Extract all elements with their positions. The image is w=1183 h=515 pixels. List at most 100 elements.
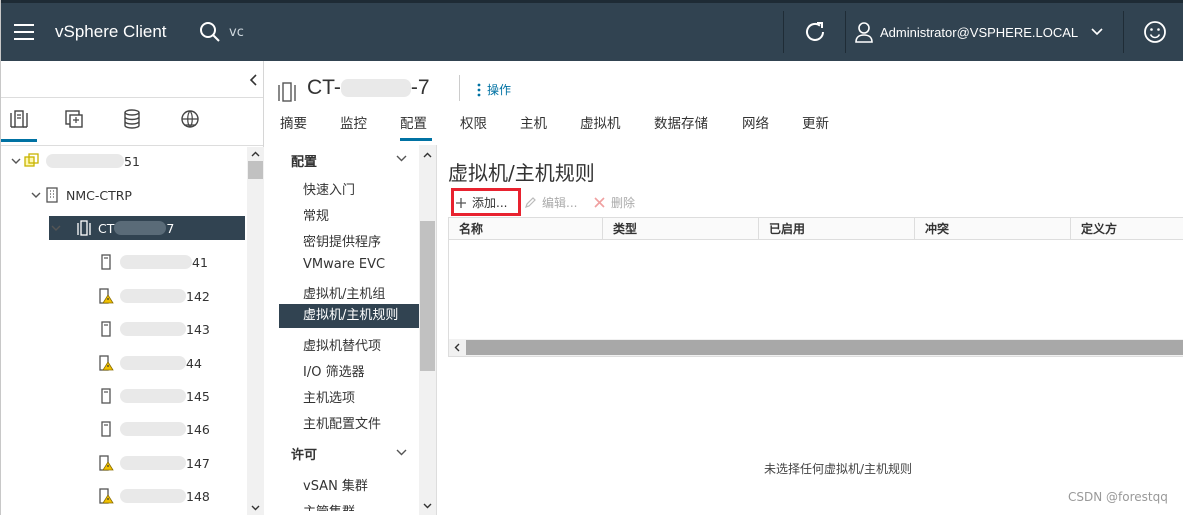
- app-title[interactable]: vSphere Client: [55, 3, 167, 61]
- actions-menu[interactable]: 操作: [477, 81, 511, 98]
- subnav-section-licensing[interactable]: 许可: [291, 444, 317, 463]
- column-header-defined-by[interactable]: 定义方: [1070, 218, 1183, 240]
- column-header-type[interactable]: 类型: [602, 218, 758, 240]
- tree-node-label: 146: [186, 421, 210, 437]
- tree-node-host-warning[interactable]: 44: [97, 351, 202, 375]
- tree-node-nmc-ctrp[interactable]: NMC-CTRP: [29, 183, 132, 207]
- user-menu[interactable]: Administrator@VSPHERE.LOCAL: [880, 3, 1078, 61]
- scroll-up-icon[interactable]: [251, 151, 260, 157]
- subnav-item-key-provider[interactable]: 密钥提供程序: [303, 231, 381, 250]
- scroll-up-icon[interactable]: [423, 152, 432, 158]
- host-warning-icon: [97, 455, 115, 471]
- user-icon[interactable]: [854, 3, 874, 61]
- datacenter-icon: [23, 153, 41, 169]
- inventory-pane: 51 NMC-CTRP CT 7 41 142 143 44 145 146 1…: [1, 61, 264, 515]
- subnav-item-vm-host-groups[interactable]: 虚拟机/主机组: [303, 283, 385, 302]
- tree-node-host[interactable]: 146: [97, 417, 210, 441]
- collapse-pane-icon[interactable]: [249, 74, 257, 86]
- search-icon[interactable]: [199, 3, 221, 61]
- cluster-icon: [75, 219, 93, 237]
- tab-hosts[interactable]: 主机: [520, 115, 580, 141]
- redacted-name: [120, 456, 186, 470]
- chevron-down-icon[interactable]: [396, 155, 407, 162]
- tree-node-host-warning[interactable]: 142: [97, 284, 210, 308]
- storage-tab-icon[interactable]: [114, 108, 150, 142]
- object-title-bar: CT- -7 操作: [265, 61, 1183, 111]
- subnav-item-supervisor-cluster[interactable]: 主管集群: [303, 501, 355, 511]
- column-header-name[interactable]: 名称: [449, 218, 602, 240]
- tab-updates[interactable]: 更新: [802, 115, 862, 141]
- tree-node-label: 148: [186, 488, 210, 504]
- tree-node-host-warning[interactable]: 148: [97, 484, 210, 508]
- chevron-down-icon[interactable]: [9, 158, 23, 165]
- subnav-section-configure[interactable]: 配置: [291, 151, 317, 170]
- tab-datastores[interactable]: 数据存储: [654, 115, 742, 141]
- chevron-down-icon[interactable]: [29, 192, 43, 199]
- tree-scrollbar[interactable]: [247, 147, 264, 515]
- tree-scroll-thumb[interactable]: [248, 161, 263, 179]
- menu-icon[interactable]: [13, 3, 37, 61]
- scroll-down-icon[interactable]: [423, 503, 432, 509]
- edit-rule-button[interactable]: 编辑...: [524, 194, 577, 211]
- tree-node-label: 51: [124, 153, 140, 169]
- redacted-name: [114, 221, 167, 235]
- table-scroll-thumb[interactable]: [466, 340, 1183, 355]
- hosts-clusters-tab-icon[interactable]: [1, 108, 37, 142]
- networking-tab-icon[interactable]: [172, 108, 208, 142]
- tree-node-cluster-selected[interactable]: CT 7: [49, 216, 245, 240]
- object-tabs: 摘要 监控 配置 权限 主机 虚拟机 数据存储 网络 更新: [265, 115, 862, 141]
- tab-monitor[interactable]: 监控: [340, 115, 400, 141]
- subnav-item-io-filters[interactable]: I/O 筛选器: [303, 361, 365, 380]
- tab-vms[interactable]: 虚拟机: [580, 115, 654, 141]
- object-title: CT- -7: [307, 76, 430, 100]
- tab-summary[interactable]: 摘要: [280, 115, 340, 141]
- cluster-icon: [277, 81, 297, 103]
- inventory-tree: 51 NMC-CTRP CT 7 41 142 143 44 145 146 1…: [1, 147, 247, 515]
- refresh-icon[interactable]: [803, 3, 827, 61]
- redacted-name: [120, 255, 192, 269]
- subnav-item-general[interactable]: 常规: [303, 205, 329, 224]
- tree-node-host[interactable]: 41: [97, 250, 208, 274]
- inventory-view-tabs: [1, 98, 263, 146]
- column-header-enabled[interactable]: 已启用: [758, 218, 914, 240]
- host-icon: [97, 388, 115, 404]
- delete-rule-button[interactable]: 删除: [593, 194, 635, 211]
- tree-node-host[interactable]: 143: [97, 317, 210, 341]
- host-warning-icon: [97, 355, 115, 371]
- scroll-down-icon[interactable]: [251, 505, 260, 511]
- column-header-conflicts[interactable]: 冲突: [914, 218, 1070, 240]
- rules-table: 名称 类型 已启用 冲突 定义方: [448, 217, 1183, 357]
- tree-node-label: 44: [186, 355, 202, 371]
- subnav-item-vmware-evc[interactable]: VMware EVC: [303, 257, 385, 272]
- subnav-item-host-options[interactable]: 主机选项: [303, 387, 355, 406]
- chevron-down-icon[interactable]: [396, 449, 407, 456]
- subnav-item-vm-overrides[interactable]: 虚拟机替代项: [303, 335, 381, 354]
- subnav-scrollbar[interactable]: [419, 145, 436, 515]
- chevron-down-icon[interactable]: [1091, 3, 1103, 61]
- vsphere-client-window: vSphere Client vc Administrator@VSPHERE.…: [0, 0, 1183, 515]
- subnav-item-host-profile[interactable]: 主机配置文件: [303, 413, 381, 432]
- smiley-feedback-icon[interactable]: [1143, 3, 1167, 61]
- search-input[interactable]: vc: [229, 3, 244, 61]
- subnav-item-quickstart[interactable]: 快速入门: [303, 179, 355, 198]
- tab-networks[interactable]: 网络: [742, 115, 802, 141]
- subnav-item-vsan-cluster[interactable]: vSAN 集群: [303, 475, 368, 494]
- tree-node-host-warning[interactable]: 147: [97, 451, 210, 475]
- redacted-name: [120, 356, 186, 370]
- subnav-item-vm-host-rules[interactable]: 虚拟机/主机规则: [279, 304, 419, 328]
- scroll-left-icon[interactable]: [454, 343, 460, 352]
- chevron-down-icon[interactable]: [49, 225, 63, 232]
- tab-configure[interactable]: 配置: [400, 115, 432, 141]
- vms-templates-tab-icon[interactable]: [56, 108, 92, 142]
- redacted-name: [120, 489, 186, 503]
- tree-node-datacenter[interactable]: 51: [9, 149, 140, 173]
- redacted-name: [120, 322, 186, 336]
- subnav-scroll-thumb[interactable]: [420, 221, 435, 371]
- table-horizontal-scrollbar[interactable]: [449, 339, 1183, 356]
- tree-node-label-start: CT: [98, 220, 115, 236]
- add-rule-button[interactable]: 添加...: [455, 194, 507, 211]
- tab-permissions[interactable]: 权限: [460, 115, 520, 141]
- tree-node-host[interactable]: 145: [97, 384, 210, 408]
- configure-subnav: 配置 快速入门 常规 密钥提供程序 VMware EVC 虚拟机/主机组 虚拟机…: [265, 145, 437, 515]
- close-icon: [594, 197, 605, 208]
